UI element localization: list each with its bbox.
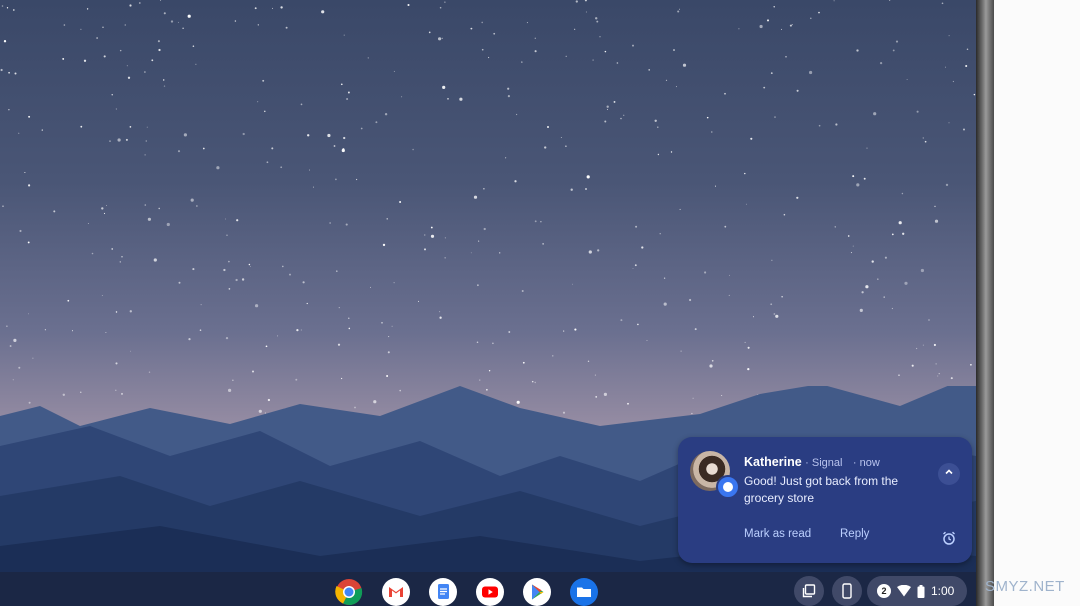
notification-count-badge: 2 (877, 584, 891, 598)
copy-icon (802, 584, 816, 598)
chrome-app-icon[interactable] (335, 578, 363, 606)
notification-header: Katherine · Signal · now (744, 455, 880, 469)
mark-as-read-button[interactable]: Mark as read (744, 528, 811, 540)
battery-icon (917, 584, 925, 598)
reply-button[interactable]: Reply (840, 528, 869, 540)
background-outside-screen (994, 0, 1080, 606)
watermark: SMYZ.NET (985, 578, 1065, 595)
gmail-app-icon[interactable] (382, 578, 410, 606)
phone-icon (842, 583, 852, 599)
message-notification[interactable]: Katherine · Signal · now Good! Just got … (678, 437, 972, 563)
status-tray[interactable]: 2 1:00 (867, 576, 967, 606)
play-store-app-icon[interactable] (523, 578, 551, 606)
app-name: · Signal (805, 457, 843, 469)
clock-time: 1:00 (931, 584, 955, 598)
alarm-clock-icon[interactable] (941, 530, 957, 546)
timestamp: · now (852, 457, 880, 469)
phone-hub-button[interactable] (832, 576, 862, 606)
youtube-app-icon[interactable] (476, 578, 504, 606)
docs-app-icon[interactable] (429, 578, 457, 606)
message-text: Good! Just got back from the grocery sto… (744, 474, 899, 505)
wifi-icon (897, 585, 911, 597)
sender-name: Katherine (744, 455, 802, 469)
files-app-icon[interactable] (570, 578, 598, 606)
device-bezel (976, 0, 994, 606)
signal-app-badge-icon (716, 475, 740, 499)
holding-space-button[interactable] (794, 576, 824, 606)
chevron-up-icon[interactable] (938, 463, 960, 485)
